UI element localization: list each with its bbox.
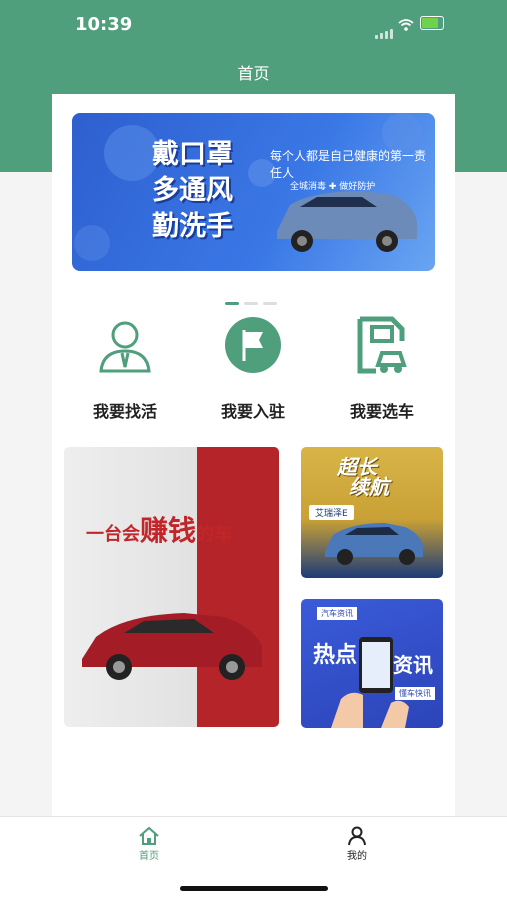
promo-banner[interactable]: 戴口罩 多通风 勤洗手 每个人都是自己健康的第一责任人 全城消毒 ✚ 做好防护	[72, 113, 435, 271]
page-title: 首页	[237, 64, 270, 83]
menu-label: 我要入驻	[220, 402, 285, 421]
carousel-dot[interactable]	[263, 302, 277, 305]
money-car-promo[interactable]: 一台会赚钱的车	[64, 447, 279, 727]
status-bar: 10:39	[0, 0, 507, 52]
news-sub-tag: 懂车快讯	[395, 687, 435, 700]
home-indicator	[180, 886, 328, 891]
car-select-icon	[322, 312, 442, 378]
hot-news-promo[interactable]: 汽车资讯 热点 资讯 懂车快讯	[301, 599, 443, 728]
menu-label: 我要找活	[92, 402, 157, 421]
flag-icon	[193, 312, 313, 378]
signal-icon	[375, 20, 395, 39]
menu-label: 我要选车	[349, 402, 414, 421]
tab-label: 我的	[347, 851, 367, 862]
menu-item-settle-in[interactable]: 我要入驻	[193, 312, 313, 422]
carousel-indicator	[225, 290, 282, 309]
status-time: 10:39	[75, 14, 133, 35]
carousel-dot[interactable]	[225, 302, 239, 305]
banner-tag: 全城消毒 ✚ 做好防护	[290, 182, 376, 192]
battery-icon	[420, 16, 444, 30]
car-illustration	[277, 191, 417, 252]
home-icon	[119, 825, 179, 847]
blue-car-illustration	[325, 523, 423, 565]
banner-decoration	[74, 113, 422, 261]
worker-icon	[65, 312, 185, 378]
banner-slogan: 戴口罩 多通风 勤洗手	[152, 139, 233, 242]
long-range-promo[interactable]: 超长 续航 艾瑞泽E	[301, 447, 443, 578]
wifi-icon	[398, 16, 414, 35]
tab-home[interactable]: 首页	[119, 825, 179, 862]
content-card: 戴口罩 多通风 勤洗手 每个人都是自己健康的第一责任人 全城消毒 ✚ 做好防护 …	[52, 94, 455, 816]
red-car-illustration	[82, 613, 262, 680]
tab-label: 首页	[139, 851, 159, 862]
menu-item-find-work[interactable]: 我要找活	[65, 312, 185, 422]
menu-item-choose-car[interactable]: 我要选车	[322, 312, 442, 422]
tab-mine[interactable]: 我的	[327, 825, 387, 862]
carousel-dot[interactable]	[244, 302, 258, 305]
banner-subtitle: 每个人都是自己健康的第一责任人	[270, 149, 427, 180]
person-icon	[327, 825, 387, 847]
phone-hand-illustration	[331, 637, 409, 728]
